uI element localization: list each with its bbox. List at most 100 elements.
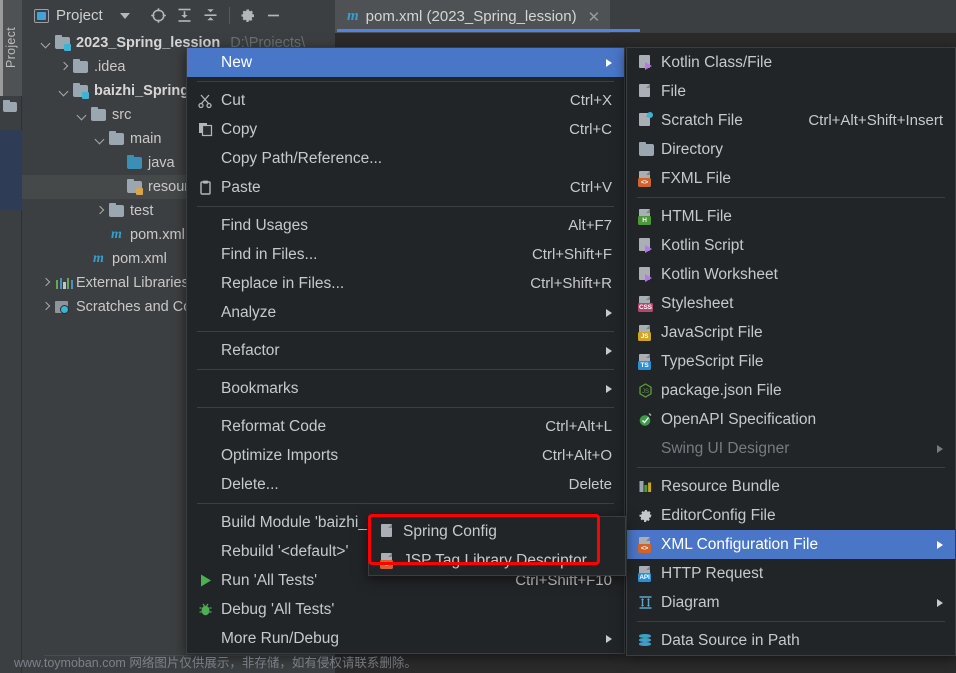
new-submenu[interactable]: Kotlin Class/File File Scratch File Ctrl+Al… <box>626 47 956 656</box>
expand-all-icon[interactable] <box>172 3 198 29</box>
scratches-icon <box>54 299 71 315</box>
menu-item[interactable]: <> XML Configuration File <box>627 530 955 559</box>
menu-item[interactable]: Optimize Imports Ctrl+Alt+O <box>187 441 624 470</box>
project-panel-title-button[interactable]: Project <box>34 7 130 24</box>
folder-icon <box>90 106 107 123</box>
clipboard-icon <box>200 180 211 195</box>
collapse-all-icon[interactable] <box>198 3 224 29</box>
menu-item[interactable]: H HTML File <box>627 202 955 231</box>
resource-bundle-icon <box>639 481 652 492</box>
project-view-icon <box>34 8 49 23</box>
menu-item[interactable]: Debug 'All Tests' <box>187 595 624 624</box>
menu-item-icon-slot: JS <box>637 382 661 399</box>
tree-expand-arrow-icon[interactable] <box>58 85 70 97</box>
tree-expand-arrow-icon[interactable] <box>40 301 52 313</box>
menu-item[interactable]: Scratch File Ctrl+Alt+Shift+Insert <box>627 106 955 135</box>
menu-item-icon-slot: <> <box>637 170 661 187</box>
blank-icon <box>197 275 214 292</box>
menu-item[interactable]: File <box>627 77 955 106</box>
spring-config-icon <box>379 523 396 540</box>
menu-item[interactable]: New <box>187 48 624 77</box>
menu-item[interactable]: TS TypeScript File <box>627 347 955 376</box>
menu-item[interactable]: Replace in Files... Ctrl+Shift+R <box>187 269 624 298</box>
menu-item[interactable]: Find in Files... Ctrl+Shift+F <box>187 240 624 269</box>
menu-item-label: Stylesheet <box>661 294 734 312</box>
menu-item-icon-slot <box>197 54 221 71</box>
folder-icon[interactable] <box>3 99 19 114</box>
menu-item-icon-slot: <> <box>637 536 661 553</box>
menu-item[interactable]: JS package.json File <box>627 376 955 405</box>
tool-window-button-project[interactable]: Project <box>0 0 22 96</box>
menu-item-icon-slot <box>197 630 221 647</box>
menu-item[interactable]: Directory <box>627 135 955 164</box>
tree-expand-arrow-icon[interactable] <box>58 61 70 73</box>
menu-item-shortcut: Ctrl+Shift+F <box>531 246 612 263</box>
menu-item[interactable]: Bookmarks <box>187 374 624 403</box>
menu-item[interactable]: Reformat Code Ctrl+Alt+L <box>187 412 624 441</box>
menu-item[interactable]: Spring Config <box>369 517 625 546</box>
menu-item[interactable]: Delete... Delete <box>187 470 624 499</box>
menu-item-icon-slot <box>637 54 661 71</box>
menu-separator <box>637 621 945 622</box>
menu-item[interactable]: API HTTP Request <box>627 559 955 588</box>
menu-item[interactable]: Copy Path/Reference... <box>187 144 624 173</box>
menu-item[interactable]: EditorConfig File <box>627 501 955 530</box>
menu-item-shortcut: Ctrl+Shift+R <box>530 275 612 292</box>
menu-item-icon-slot <box>637 632 661 649</box>
menu-item[interactable]: <> JSP Tag Library Descriptor <box>369 546 625 575</box>
menu-item-icon-slot <box>197 447 221 464</box>
resources-folder-icon <box>126 178 143 195</box>
menu-item[interactable]: OpenAPI Specification <box>627 405 955 434</box>
menu-item[interactable]: More Run/Debug <box>187 624 624 653</box>
menu-item[interactable]: Data Source in Path <box>627 626 955 655</box>
editorconfig-icon <box>639 510 652 522</box>
menu-item[interactable]: Find Usages Alt+F7 <box>187 211 624 240</box>
menu-item[interactable]: Kotlin Worksheet <box>627 260 955 289</box>
menu-item[interactable]: Cut Ctrl+X <box>187 86 624 115</box>
menu-item-icon-slot: JS <box>637 324 661 341</box>
menu-item[interactable]: Kotlin Class/File <box>627 48 955 77</box>
tree-expand-arrow-icon[interactable] <box>40 37 52 49</box>
tree-expand-arrow-icon[interactable] <box>94 133 106 145</box>
chevron-down-icon[interactable] <box>119 12 130 19</box>
menu-item-label: Kotlin Worksheet <box>661 265 778 283</box>
menu-item[interactable]: CSS Stylesheet <box>627 289 955 318</box>
watermark-text: www.toymoban.com 网络图片仅供展示，非存储，如有侵权请联系删除。 <box>14 656 417 670</box>
tree-expand-arrow-icon[interactable] <box>40 277 52 289</box>
tree-expand-arrow-icon[interactable] <box>76 109 88 121</box>
menu-item-shortcut: Ctrl+Alt+Shift+Insert <box>808 112 943 129</box>
ts-file-icon: TS <box>637 353 654 370</box>
menu-item[interactable]: Diagram <box>627 588 955 617</box>
left-tool-strip: Project <box>0 0 22 673</box>
tree-expand-arrow-icon[interactable] <box>94 205 106 217</box>
menu-item-label: XML Configuration File <box>661 535 819 553</box>
menu-item[interactable]: Kotlin Script <box>627 231 955 260</box>
submenu-chevron-icon <box>937 444 943 453</box>
menu-item[interactable]: Copy Ctrl+C <box>187 115 624 144</box>
css-file-icon: CSS <box>637 295 654 312</box>
menu-item-shortcut: Ctrl+X <box>569 92 612 109</box>
file-icon <box>637 83 654 100</box>
copy-icon <box>199 123 213 137</box>
menu-item[interactable]: Analyze <box>187 298 624 327</box>
tree-row-label: java <box>148 155 175 171</box>
menu-item[interactable]: JS JavaScript File <box>627 318 955 347</box>
xml-configuration-file-submenu[interactable]: Spring Config <> JSP Tag Library Descripto… <box>368 516 626 576</box>
folder-icon <box>108 202 125 219</box>
close-icon[interactable]: ✕ <box>588 8 601 26</box>
settings-gear-icon[interactable] <box>235 3 261 29</box>
menu-item-label: Scratch File <box>661 111 743 129</box>
folder-icon <box>72 58 89 75</box>
maven-m-icon: m <box>111 227 122 242</box>
blank-icon <box>197 630 214 647</box>
tool-window-label: Project <box>4 27 18 69</box>
menu-item[interactable]: <> FXML File <box>627 164 955 193</box>
minimize-icon[interactable] <box>261 3 287 29</box>
menu-item[interactable]: Refactor <box>187 336 624 365</box>
menu-item-label: JavaScript File <box>661 323 763 341</box>
menu-item[interactable]: Paste Ctrl+V <box>187 173 624 202</box>
locate-icon[interactable] <box>146 3 172 29</box>
menu-item[interactable]: Resource Bundle <box>627 472 955 501</box>
